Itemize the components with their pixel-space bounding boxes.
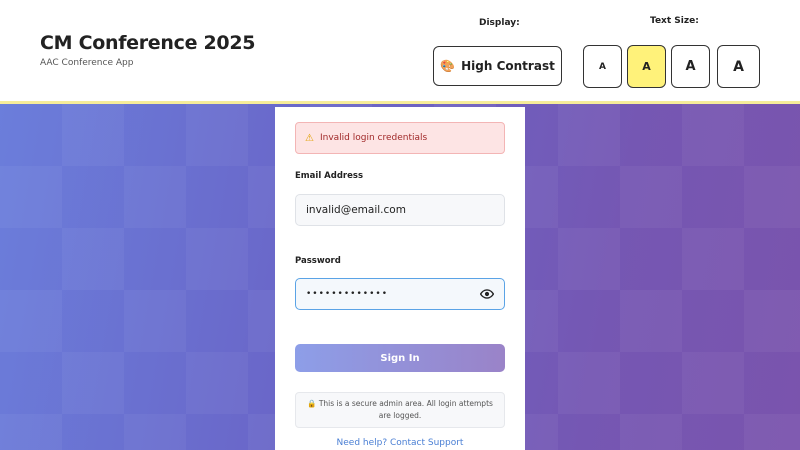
password-field[interactable] bbox=[295, 278, 505, 310]
high-contrast-button[interactable]: 🎨 High Contrast bbox=[433, 46, 562, 86]
text-size-xlarge-button[interactable]: A bbox=[717, 45, 760, 88]
email-field[interactable] bbox=[295, 194, 505, 226]
display-label: Display: bbox=[479, 18, 520, 28]
password-label: Password bbox=[295, 256, 341, 266]
app-title: CM Conference 2025 bbox=[40, 32, 256, 54]
contact-support-link[interactable]: Need help? Contact Support bbox=[275, 438, 525, 448]
sign-in-button[interactable]: Sign In bbox=[295, 344, 505, 372]
email-label: Email Address bbox=[295, 171, 364, 181]
error-message: Invalid login credentials bbox=[319, 133, 428, 143]
text-size-medium-button[interactable]: A bbox=[627, 45, 666, 88]
text-size-label: Text Size: bbox=[650, 16, 699, 26]
high-contrast-label: High Contrast bbox=[461, 59, 555, 73]
app-header: CM Conference 2025 AAC Conference App Di… bbox=[0, 0, 800, 104]
warning-icon: ⚠ bbox=[305, 132, 314, 144]
app-subtitle: AAC Conference App bbox=[40, 58, 134, 68]
error-alert: ⚠ Invalid login credentials bbox=[295, 122, 505, 154]
secure-notice: 🔒 This is a secure admin area. All login… bbox=[295, 392, 505, 428]
text-size-large-button[interactable]: A bbox=[671, 45, 710, 88]
palette-icon: 🎨 bbox=[440, 59, 456, 73]
login-panel: ⚠ Invalid login credentials Email Addres… bbox=[275, 107, 525, 450]
eye-icon[interactable] bbox=[480, 288, 494, 300]
text-size-small-button[interactable]: A bbox=[583, 45, 622, 88]
lock-icon: 🔒 bbox=[307, 399, 317, 408]
secure-notice-text: This is a secure admin area. All login a… bbox=[318, 399, 493, 420]
